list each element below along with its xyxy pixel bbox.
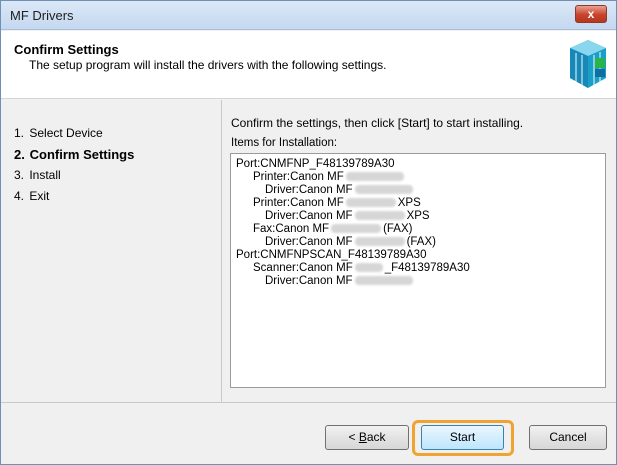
list-item: Scanner:Canon MF _F48139789A30 [253, 262, 470, 274]
installer-window: MF Drivers x Confirm Settings The setup … [0, 0, 617, 465]
installation-items-list[interactable]: Port:CNMFNP_F48139789A30 Printer:Canon M… [230, 153, 606, 388]
close-button[interactable]: x [575, 5, 607, 23]
setup-cube-icon [570, 40, 606, 88]
window-title: MF Drivers [10, 8, 74, 23]
close-icon: x [587, 7, 595, 21]
list-item: Driver:Canon MF [236, 275, 600, 288]
start-button[interactable]: Start [421, 425, 504, 450]
items-label: Items for Installation: [231, 137, 338, 149]
list-item: Port:CNMFNPSCAN_F48139789A30 [236, 249, 427, 261]
list-item: Printer:Canon MF [236, 171, 600, 184]
steps-list: 1. Select Device 2. Confirm Settings 3. … [14, 123, 204, 207]
footer-divider [1, 402, 616, 403]
list-item: Driver:Canon MF XPS [265, 210, 430, 222]
list-item: Printer:Canon MF XPS [253, 197, 421, 209]
step-exit: 4. Exit [14, 189, 50, 203]
page-description: The setup program will install the drive… [29, 58, 387, 72]
back-button[interactable]: < Back [325, 425, 409, 450]
list-item: Driver:Canon MF (FAX) [265, 236, 436, 248]
list-item: Driver:Canon MF [236, 184, 600, 197]
step-confirm-settings: 2. Confirm Settings [14, 147, 135, 162]
list-item: Port:CNMFNP_F48139789A30 [236, 158, 395, 170]
header-panel: Confirm Settings The setup program will … [1, 31, 616, 99]
instruction-text: Confirm the settings, then click [Start]… [231, 116, 524, 130]
step-install: 3. Install [14, 168, 61, 182]
vertical-divider [221, 100, 222, 402]
list-item: Fax:Canon MF (FAX) [253, 223, 413, 235]
page-title: Confirm Settings [14, 42, 119, 57]
title-bar: MF Drivers x [1, 1, 616, 30]
cancel-button[interactable]: Cancel [529, 425, 607, 450]
step-select-device: 1. Select Device [14, 126, 103, 140]
